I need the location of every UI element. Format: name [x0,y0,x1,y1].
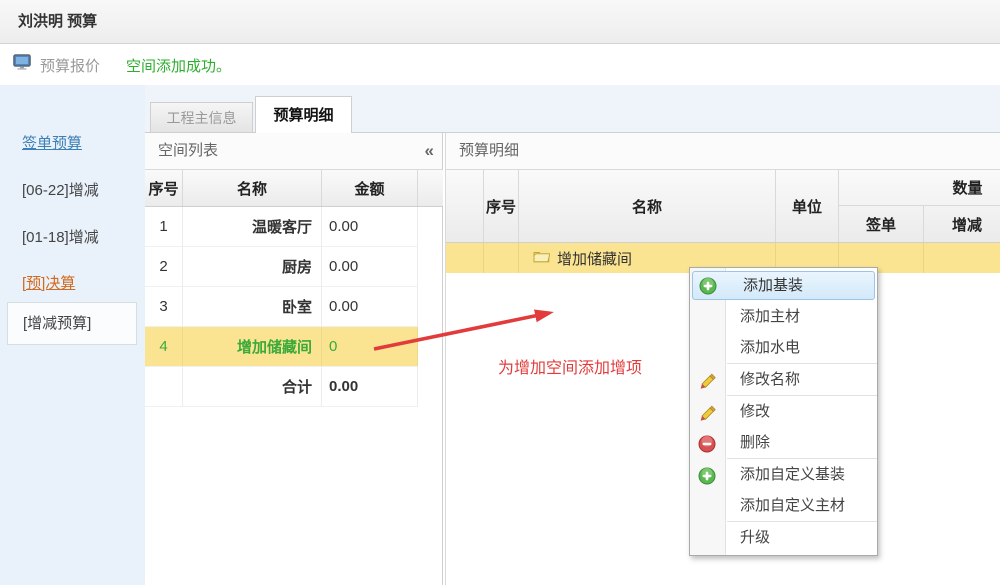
detail-table-header: 序号 名称 单位 数量 签单 增减 [446,170,1000,243]
module-label: 预算报价 [40,55,100,76]
sidebar: 签单预算 [06-22]增减 [01-18]增减 [预]决算 [增减预算] [0,85,145,585]
col-seq: 序号 [145,170,183,206]
sidebar-item-final-account[interactable]: [预]决算 [22,272,75,293]
annotation-text: 为增加空间添加增项 [498,354,642,378]
cell-amount: 0.00 [322,247,418,286]
col-name: 名称 [183,170,322,206]
detail-title: 预算明细 [459,142,519,159]
menu-item-rename[interactable]: 修改名称 [690,364,877,395]
menu-item-add-custom-main-material[interactable]: 添加自定义主材 [690,490,877,521]
space-row-1[interactable]: 1 温暖客厅 0.00 [145,207,418,247]
cell-name: 卧室 [183,287,322,326]
col-qty-change: 增减 [924,206,1000,242]
menu-item-label: 添加基装 [743,277,803,294]
detail-row-name: 增加储藏间 [557,248,632,269]
menu-item-label: 删除 [740,434,770,451]
space-list-panel: 空间列表 « 序号 名称 金额 1 温暖客厅 0.00 2 厨房 0.00 3 [145,133,443,585]
menu-item-add-custom-basic[interactable]: 添加自定义基装 [690,459,877,490]
menu-item-delete[interactable]: 删除 [690,427,877,458]
menu-item-edit[interactable]: 修改 [690,396,877,427]
menu-item-label: 修改 [740,403,770,420]
cell-name: 温暖客厅 [183,207,322,246]
space-table-header: 序号 名称 金额 [145,170,443,207]
cell-seq: 3 [145,287,183,326]
menu-item-upgrade[interactable]: 升级 [690,522,877,553]
menu-item-label: 修改名称 [740,371,800,388]
menu-item-label: 添加自定义基装 [740,466,845,483]
cell-name: 厨房 [183,247,322,286]
menu-item-label: 添加自定义主材 [740,497,845,514]
col-quantity: 数量 [839,170,1000,206]
window-title: 刘洪明 预算 [0,0,1000,44]
space-total-row: 合计 0.00 [145,367,418,407]
col-seq: 序号 [484,170,519,242]
col-quantity-group: 数量 签单 增减 [839,170,1000,242]
total-value: 0.00 [322,367,418,406]
tab-bar: 工程主信息 预算明细 [145,85,1000,133]
menu-item-label: 添加主材 [740,308,800,325]
sidebar-item-change-budget[interactable]: [增减预算] [7,302,137,345]
annotation-arrow [368,301,573,357]
total-label: 合计 [183,367,322,406]
app-window: 刘洪明 预算 预算报价 空间添加成功。 签单预算 [06-22]增减 [01-1… [0,0,1000,585]
cell-seq: 2 [145,247,183,286]
menu-item-label: 升级 [740,529,770,546]
space-row-2[interactable]: 2 厨房 0.00 [145,247,418,287]
col-unit: 单位 [776,170,839,242]
detail-header: 预算明细 [446,133,1000,170]
menu-item-add-main-material[interactable]: 添加主材 [690,301,877,332]
tab-project-info[interactable]: 工程主信息 [150,102,253,132]
context-menu: 添加基装 添加主材 添加水电 修改名称 [689,267,878,556]
cell-seq: 1 [145,207,183,246]
menu-item-label: 添加水电 [740,339,800,356]
col-qty-sign: 签单 [839,206,924,242]
col-amount: 金额 [322,170,418,206]
toolbar: 预算报价 空间添加成功。 [0,44,1000,85]
sidebar-item-change-0118[interactable]: [01-18]增减 [22,226,99,247]
add-icon [699,277,717,304]
cell-name: 增加储藏间 [183,327,322,366]
status-message: 空间添加成功。 [126,55,231,76]
cell-amount: 0.00 [322,207,418,246]
col-name: 名称 [519,170,776,242]
space-list-header: 空间列表 « [145,133,442,170]
monitor-icon [13,54,32,75]
menu-item-add-basic[interactable]: 添加基装 [692,271,875,300]
col-indent [446,170,484,242]
folder-icon [533,250,550,267]
tab-budget-detail[interactable]: 预算明细 [255,96,352,133]
sidebar-item-sign-budget[interactable]: 签单预算 [22,132,82,153]
menu-item-add-plumbing[interactable]: 添加水电 [690,332,877,363]
col-filler [418,170,443,206]
cell-seq: 4 [145,327,183,366]
collapse-panel-icon[interactable]: « [425,133,434,169]
sidebar-item-change-0622[interactable]: [06-22]增减 [22,179,99,200]
space-list-title: 空间列表 [158,142,218,159]
